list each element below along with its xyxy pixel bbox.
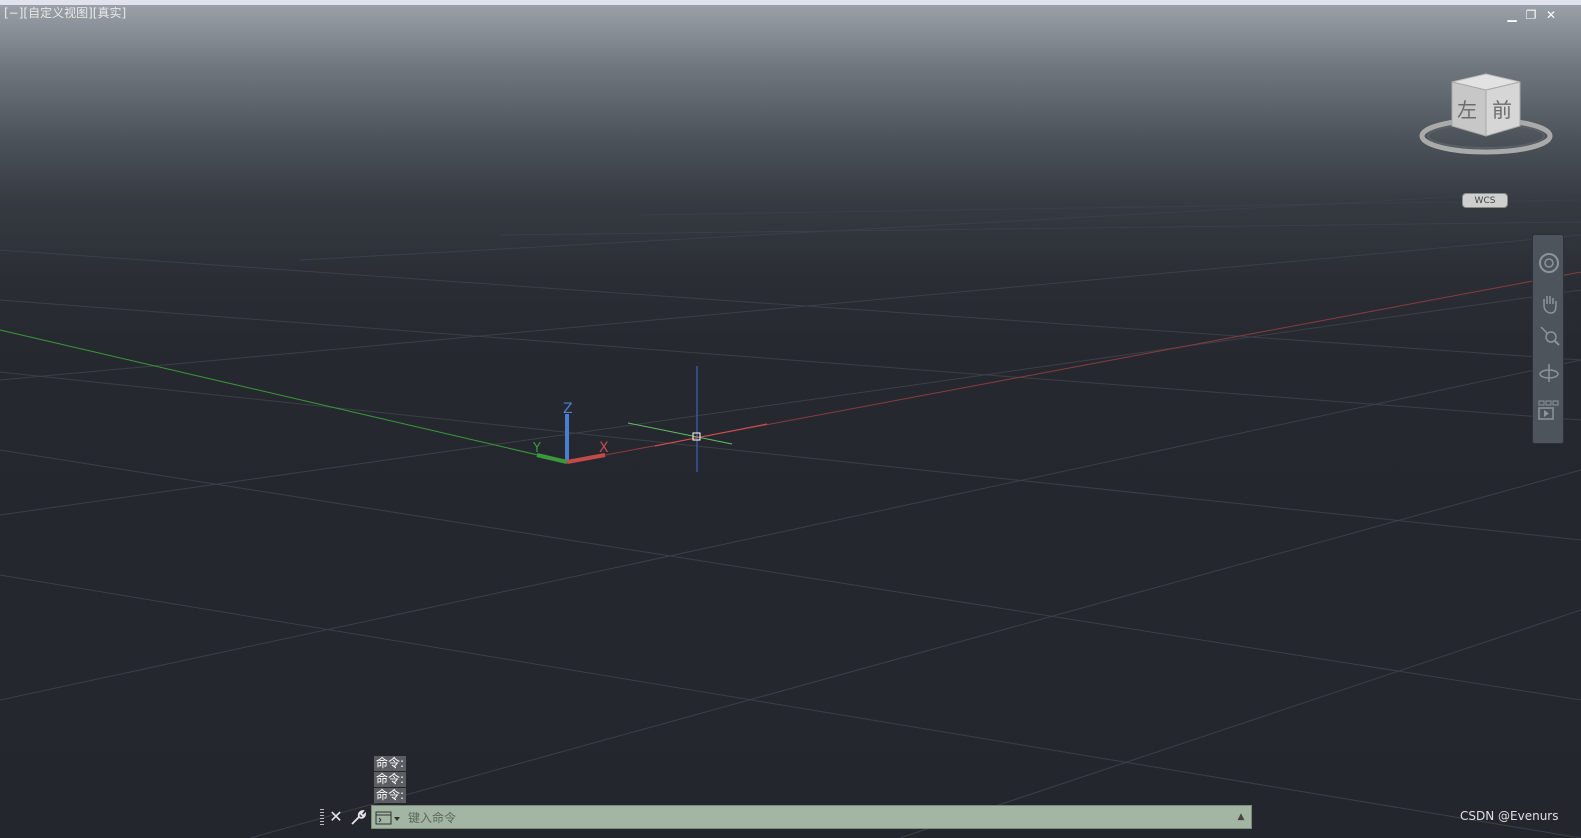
- watermark: CSDN @Evenurs: [1460, 809, 1559, 823]
- wcs-menu-button[interactable]: WCS: [1462, 193, 1508, 208]
- model-space-scene: Z Y X: [0, 189, 1581, 838]
- visual-style-menu[interactable]: [真实]: [93, 6, 126, 20]
- ucs-z-label: Z: [563, 401, 573, 417]
- command-prompt-icon[interactable]: [375, 810, 403, 826]
- world-y-axis-line: [0, 329, 569, 463]
- crosshair-cursor-icon: [627, 366, 768, 472]
- command-history: 命令: 命令: 命令:: [374, 756, 407, 804]
- drawing-viewport[interactable]: Z Y X [−][自定义视图][真实] ▁ ❐ ✕ 左 前 WCS 命令: 命…: [0, 0, 1581, 838]
- wrench-icon[interactable]: [348, 807, 368, 827]
- zoom-icon[interactable]: [1537, 323, 1561, 347]
- restore-button[interactable]: ❐: [1524, 8, 1538, 22]
- orbit-icon[interactable]: [1537, 361, 1561, 385]
- command-input[interactable]: [406, 808, 1230, 828]
- viewcube-front-face[interactable]: 前: [1492, 94, 1512, 123]
- drag-handle-icon[interactable]: [320, 809, 324, 825]
- command-history-line: 命令:: [374, 772, 407, 787]
- command-input-box[interactable]: ▲: [371, 805, 1252, 829]
- navigation-bar: [1532, 234, 1564, 444]
- command-line-close-button[interactable]: ✕: [328, 807, 344, 827]
- close-button[interactable]: ✕: [1544, 8, 1558, 22]
- command-history-line: 命令:: [374, 756, 407, 771]
- ucs-icon[interactable]: Z Y X: [532, 401, 609, 464]
- ground-grid: [0, 189, 1581, 838]
- command-history-line: 命令:: [374, 788, 407, 803]
- pan-icon[interactable]: [1537, 291, 1561, 315]
- command-line-bar: ✕ ▲: [316, 805, 1252, 829]
- viewport-controls-label: [−][自定义视图][真实]: [4, 6, 126, 20]
- viewcube-icon[interactable]: [1418, 70, 1558, 160]
- ucs-y-label: Y: [532, 441, 541, 456]
- view-menu[interactable]: [自定义视图]: [23, 6, 92, 20]
- showmotion-icon[interactable]: [1537, 399, 1561, 423]
- command-history-toggle-icon[interactable]: ▲: [1235, 810, 1247, 824]
- ucs-x-label: X: [599, 440, 609, 456]
- steering-wheel-icon[interactable]: [1537, 251, 1561, 275]
- viewport-control-menu[interactable]: [−]: [4, 6, 23, 20]
- viewcube-left-face[interactable]: 左: [1457, 94, 1477, 123]
- minimize-button[interactable]: ▁: [1505, 8, 1519, 22]
